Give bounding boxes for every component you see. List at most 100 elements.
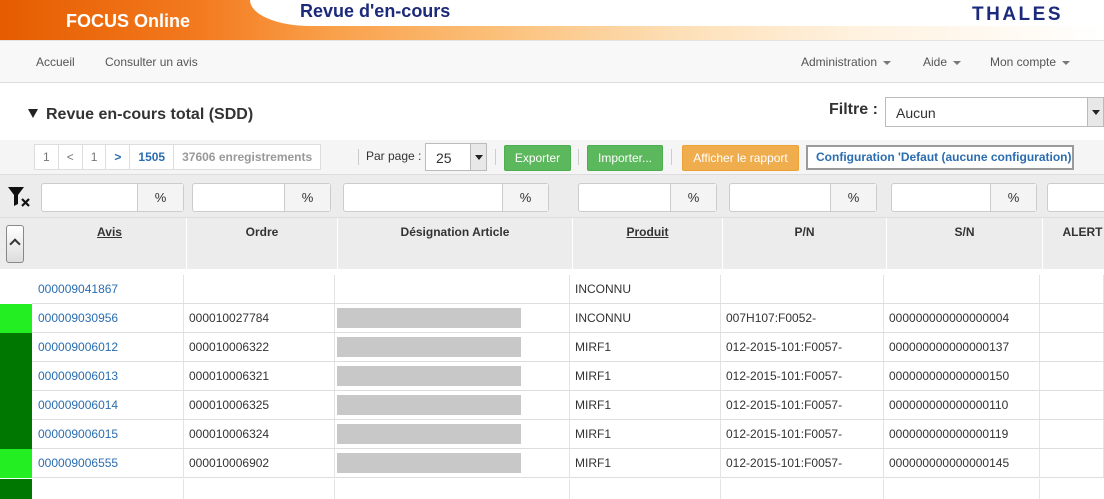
top-banner: FOCUS Online Revue d'en-cours THALES <box>0 0 1104 40</box>
cell-designation <box>335 391 570 419</box>
cell-alert <box>1040 449 1104 477</box>
pager-current[interactable]: 1 <box>83 145 107 169</box>
nav-administration[interactable]: Administration <box>801 55 892 69</box>
cell-designation <box>335 449 570 477</box>
nav-accueil[interactable]: Accueil <box>36 55 75 69</box>
show-report-button[interactable]: Afficher le rapport <box>682 145 799 171</box>
table-row-partial <box>0 479 1104 499</box>
status-indicator <box>0 304 32 333</box>
record-count: 37606 enregistrements <box>182 150 313 164</box>
filter-operator[interactable]: % <box>990 184 1036 211</box>
collapse-triangle-icon <box>28 109 38 118</box>
cell-sn <box>884 275 1040 303</box>
filter-select[interactable]: Aucun <box>885 97 1104 127</box>
filter-operator[interactable]: % <box>670 184 716 211</box>
cell-alert <box>1040 391 1104 419</box>
table-row[interactable]: 000009030956 000010027784 INCONNU 007H10… <box>0 304 1104 333</box>
cell-avis-link[interactable]: 000009006015 <box>33 420 184 448</box>
section-title[interactable]: Revue en-cours total (SDD) <box>28 106 253 124</box>
divider <box>183 479 184 499</box>
chevron-down-icon <box>470 144 486 170</box>
filter-operator[interactable]: % <box>284 184 330 211</box>
column-header-sn: S/N <box>887 218 1043 270</box>
cell-produit: INCONNU <box>570 275 721 303</box>
status-indicator <box>0 420 32 449</box>
filter-pn[interactable]: % <box>729 183 877 212</box>
cell-avis-link[interactable]: 000009006013 <box>33 362 184 390</box>
pagination: 1 < 1 > 1505 37606 enregistrements <box>34 144 322 170</box>
chevron-up-icon[interactable] <box>6 225 24 263</box>
table-row[interactable]: 000009006014 000010006325 MIRF1 012-2015… <box>0 391 1104 420</box>
redacted-block <box>337 395 521 415</box>
pager-prev[interactable]: < <box>59 145 83 169</box>
cell-pn: 012-2015-101:F0057- <box>721 333 884 361</box>
filter-produit[interactable]: % <box>578 183 717 212</box>
export-button[interactable]: Exporter <box>504 145 571 171</box>
divider <box>720 479 721 499</box>
cell-avis-link[interactable]: 000009030956 <box>33 304 184 332</box>
cell-alert <box>1040 304 1104 332</box>
chevron-down-icon <box>953 60 962 65</box>
table-row[interactable]: 000009006013 000010006321 MIRF1 012-2015… <box>0 362 1104 391</box>
cell-avis-link[interactable]: 000009006014 <box>33 391 184 419</box>
table-row[interactable]: 000009041867 INCONNU <box>0 275 1104 304</box>
filter-alert[interactable] <box>1047 183 1104 212</box>
cell-sn: 000000000000000110 <box>884 391 1040 419</box>
per-page-value: 25 <box>436 150 452 166</box>
nav-mon-compte-label: Mon compte <box>990 55 1057 69</box>
divider <box>569 479 570 499</box>
table-row[interactable]: 000009006015 000010006324 MIRF1 012-2015… <box>0 420 1104 449</box>
import-button[interactable]: Importer... <box>587 145 663 171</box>
filter-clear-icon[interactable] <box>7 184 31 208</box>
table-row[interactable]: 000009006555 000010006902 MIRF1 012-2015… <box>0 449 1104 478</box>
table-header: Avis Ordre Désignation Article Produit P… <box>0 217 1104 270</box>
cell-avis-link[interactable]: 000009006555 <box>33 449 184 477</box>
status-indicator <box>0 362 32 391</box>
redacted-block <box>337 337 521 357</box>
column-header-avis[interactable]: Avis <box>33 218 187 270</box>
cell-ordre: 000010006324 <box>184 420 335 448</box>
cell-ordre: 000010027784 <box>184 304 335 332</box>
cell-avis-link[interactable]: 000009041867 <box>33 275 184 303</box>
per-page-label: Par page : <box>366 149 422 163</box>
cell-designation <box>335 304 570 332</box>
cell-ordre <box>184 275 335 303</box>
column-filter-row: % % % % % % <box>0 174 1104 217</box>
status-indicator <box>0 333 32 362</box>
cell-alert <box>1040 362 1104 390</box>
pager-last[interactable]: 1505 <box>130 145 175 169</box>
filter-sn[interactable]: % <box>891 183 1037 212</box>
column-header-produit[interactable]: Produit <box>573 218 723 270</box>
cell-pn: 007H107:F0052- <box>721 304 884 332</box>
pager-next[interactable]: > <box>106 145 131 169</box>
pager-first[interactable]: 1 <box>35 145 59 169</box>
column-header-designation: Désignation Article <box>338 218 573 270</box>
filter-designation[interactable]: % <box>343 183 549 212</box>
filter-avis[interactable]: % <box>41 183 184 212</box>
filter-operator[interactable]: % <box>502 184 548 211</box>
filter-operator[interactable]: % <box>830 184 876 211</box>
chevron-down-icon <box>883 60 892 65</box>
nav-mon-compte[interactable]: Mon compte <box>990 55 1071 69</box>
table-toolbar: 1 < 1 > 1505 37606 enregistrements Par p… <box>0 140 1104 174</box>
filter-operator[interactable]: % <box>137 184 183 211</box>
page-heading: Revue d'en-cours <box>300 1 451 21</box>
cell-avis-link[interactable]: 000009006012 <box>33 333 184 361</box>
nav-consulter-avis[interactable]: Consulter un avis <box>105 55 198 69</box>
divider <box>358 149 359 165</box>
main-nav: Accueil Consulter un avis Administration… <box>0 40 1104 83</box>
divider <box>334 479 335 499</box>
chevron-down-icon <box>1062 60 1071 65</box>
cell-ordre: 000010006902 <box>184 449 335 477</box>
nav-administration-label: Administration <box>801 55 878 69</box>
per-page-select[interactable]: 25 <box>425 143 487 171</box>
filter-label: Filtre : <box>829 101 878 118</box>
cell-ordre: 000010006322 <box>184 333 335 361</box>
filter-ordre[interactable]: % <box>192 183 331 212</box>
nav-aide[interactable]: Aide <box>923 55 962 69</box>
configuration-button[interactable]: Configuration 'Defaut (aucune configurat… <box>806 145 1074 170</box>
section-title-text: Revue en-cours total (SDD) <box>46 106 254 123</box>
status-indicator <box>0 391 32 420</box>
cell-sn: 000000000000000150 <box>884 362 1040 390</box>
table-row[interactable]: 000009006012 000010006322 MIRF1 012-2015… <box>0 333 1104 362</box>
